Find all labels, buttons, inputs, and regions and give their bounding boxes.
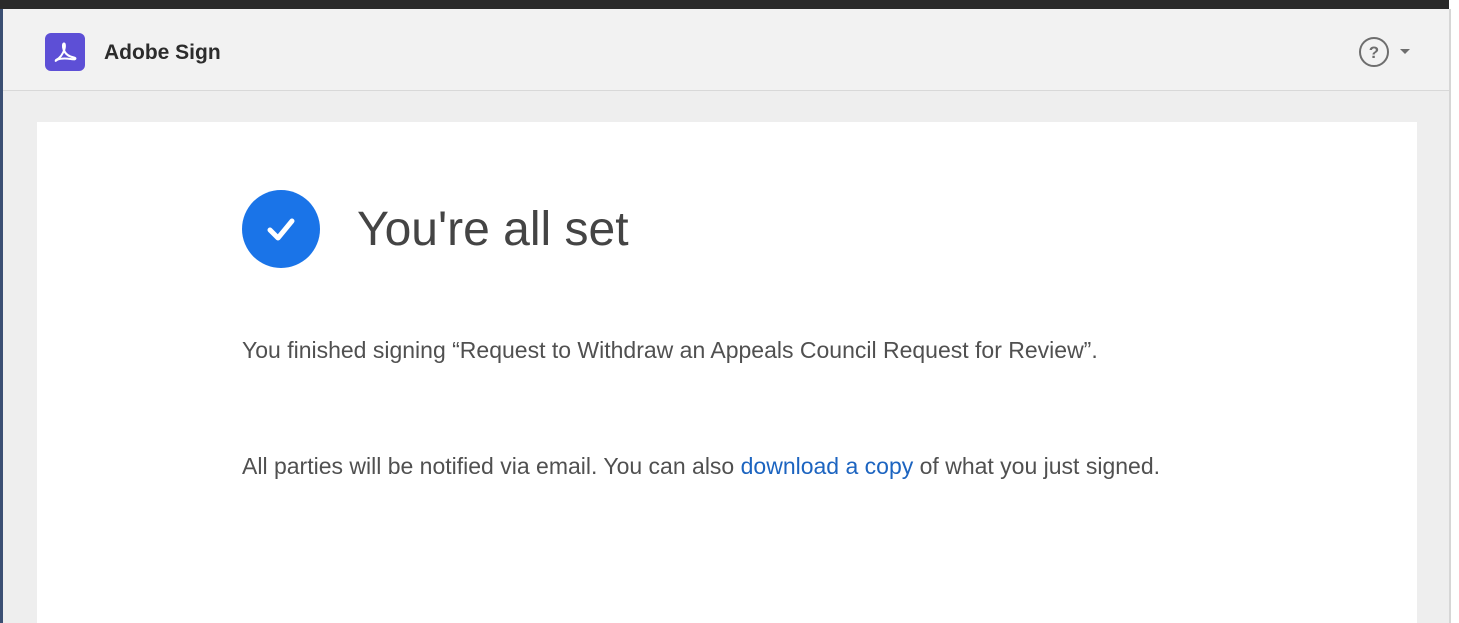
screen-margin — [1451, 9, 1459, 623]
confirmation-headline: You're all set — [357, 203, 629, 256]
adobe-acrobat-icon — [45, 33, 85, 71]
help-icon[interactable]: ? — [1359, 37, 1389, 67]
window-top-border — [0, 0, 1449, 9]
download-copy-link[interactable]: download a copy — [741, 453, 914, 479]
app-window: Adobe Sign ? You're all set You finished… — [3, 9, 1449, 623]
notification-text-before: All parties will be notified via email. … — [242, 453, 741, 479]
help-glyph: ? — [1368, 42, 1380, 62]
caret-down-icon[interactable] — [1398, 45, 1412, 59]
checkmark-circle-icon — [242, 190, 320, 268]
confirmation-card: You're all set You finished signing “Req… — [37, 122, 1417, 623]
screen: Adobe Sign ? You're all set You finished… — [0, 0, 1459, 623]
app-title: Adobe Sign — [104, 41, 221, 64]
app-header: Adobe Sign ? — [3, 9, 1449, 91]
notification-text-after: of what you just signed. — [913, 453, 1161, 479]
signed-document-message: You finished signing “Request to Withdra… — [242, 337, 1098, 363]
notification-message: All parties will be notified via email. … — [242, 446, 1222, 486]
